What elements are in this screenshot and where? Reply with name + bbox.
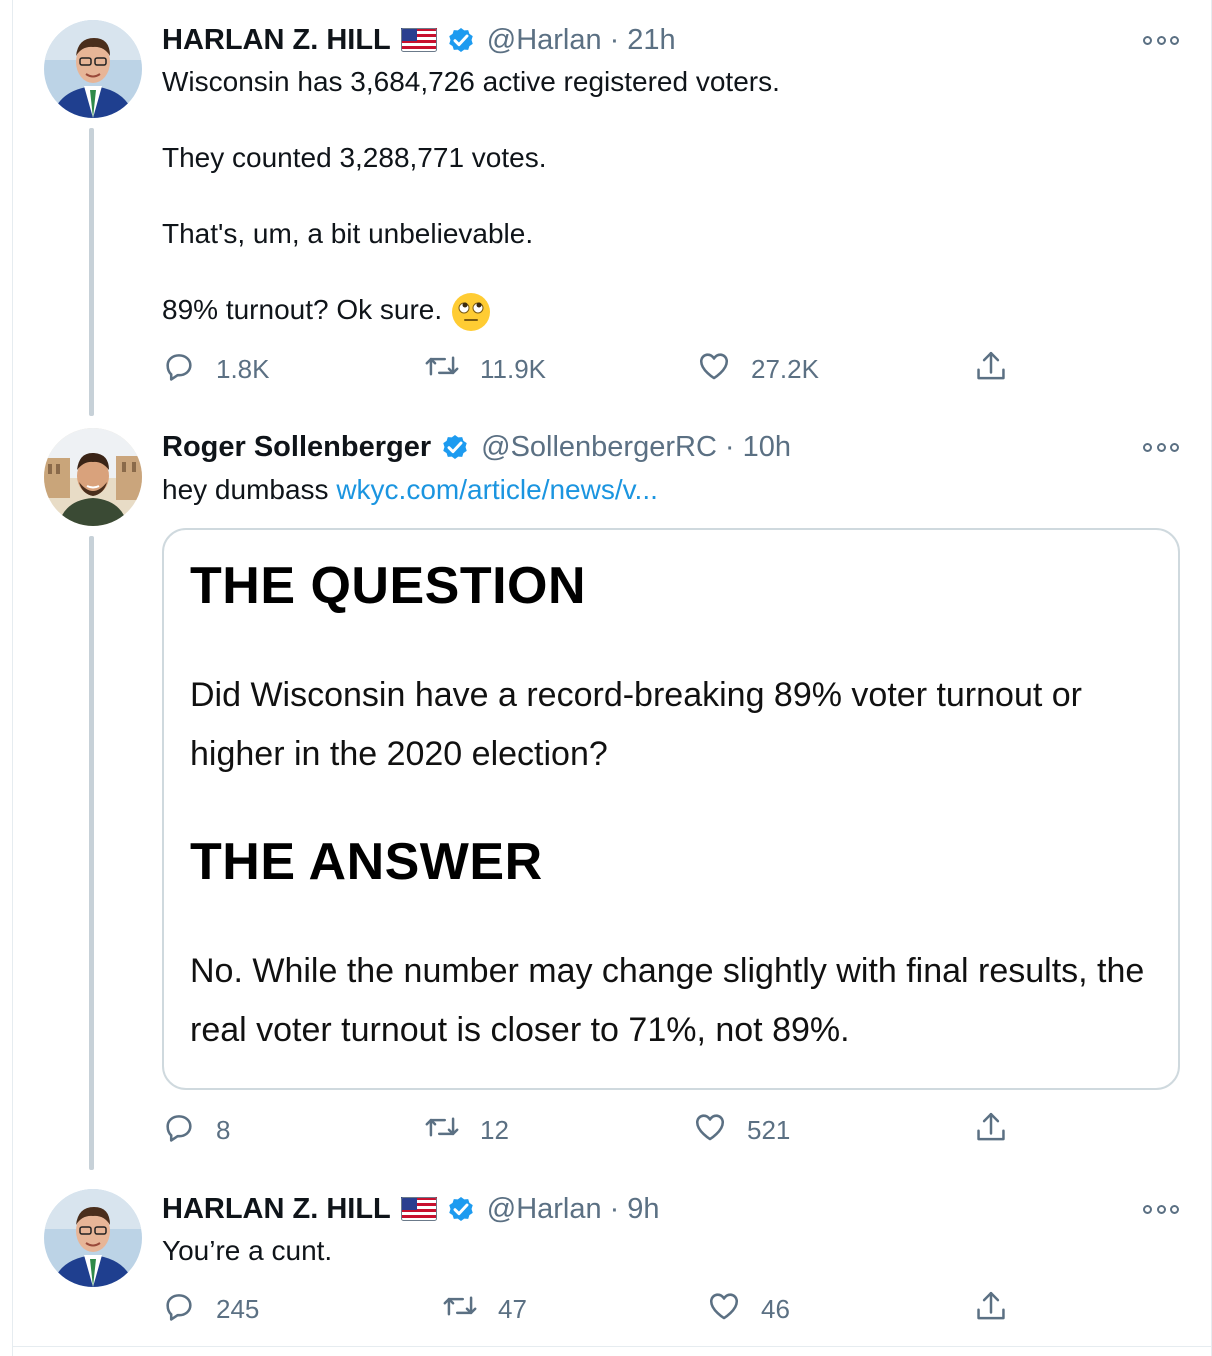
retweet-count: 11.9K bbox=[480, 354, 547, 384]
tweet-text-line: hey dumbass wkyc.com/article/news/v... bbox=[162, 471, 658, 509]
timestamp[interactable]: 9h bbox=[627, 1193, 659, 1226]
retweet-count: 12 bbox=[480, 1115, 509, 1145]
tweet-text: 89% turnout? Ok sure. bbox=[162, 294, 443, 325]
us-flag-icon bbox=[400, 1197, 437, 1221]
tweet-text-line: They counted 3,288,771 votes. bbox=[162, 142, 547, 173]
us-flag-icon bbox=[400, 28, 437, 52]
user-handle[interactable]: @Harlan bbox=[487, 1193, 602, 1226]
tweet-actions: 8 12 521 bbox=[0, 1110, 1212, 1150]
separator-dot: · bbox=[609, 23, 620, 56]
share-button[interactable] bbox=[974, 349, 1008, 392]
timeline-divider bbox=[12, 1346, 1212, 1347]
user-handle[interactable]: @Harlan bbox=[487, 24, 602, 57]
more-options-icon[interactable] bbox=[1143, 437, 1179, 457]
like-button[interactable]: 521 bbox=[693, 1110, 790, 1151]
avatar-harlan[interactable] bbox=[44, 1189, 142, 1287]
share-icon bbox=[974, 349, 1008, 392]
card-answer-text: No. While the number may change slightly… bbox=[190, 952, 1145, 1049]
share-button[interactable] bbox=[974, 1110, 1008, 1153]
display-name[interactable]: Roger Sollenberger bbox=[162, 431, 431, 464]
heart-icon bbox=[707, 1289, 741, 1330]
card-question-title: THE QUESTION bbox=[190, 557, 587, 615]
separator-dot: · bbox=[724, 430, 735, 463]
retweet-button[interactable]: 12 bbox=[424, 1110, 509, 1151]
share-icon bbox=[974, 1289, 1008, 1332]
avatar-roger[interactable] bbox=[44, 428, 142, 526]
more-options-icon[interactable] bbox=[1143, 1199, 1179, 1219]
display-name[interactable]: HARLAN Z. HILL bbox=[162, 1193, 391, 1226]
share-button[interactable] bbox=[974, 1289, 1008, 1332]
card-answer-title: THE ANSWER bbox=[190, 833, 543, 891]
retweet-icon bbox=[424, 349, 460, 390]
verified-badge-icon bbox=[445, 24, 477, 56]
verified-badge-icon bbox=[445, 1193, 477, 1225]
face-with-rolling-eyes-icon bbox=[452, 292, 491, 331]
reply-button[interactable]: 8 bbox=[162, 1110, 230, 1151]
like-count: 521 bbox=[747, 1115, 791, 1145]
like-count: 46 bbox=[761, 1294, 790, 1324]
avatar-harlan[interactable] bbox=[44, 20, 142, 118]
like-button[interactable]: 46 bbox=[707, 1289, 790, 1330]
retweet-count: 47 bbox=[498, 1294, 527, 1324]
tweet-text: You’re a cunt. bbox=[162, 1235, 333, 1266]
reply-icon bbox=[162, 1289, 196, 1330]
retweet-icon bbox=[442, 1289, 478, 1330]
reply-button[interactable]: 245 bbox=[162, 1289, 259, 1330]
reply-count: 1.8K bbox=[216, 354, 270, 384]
share-icon bbox=[974, 1110, 1008, 1153]
display-name[interactable]: HARLAN Z. HILL bbox=[162, 24, 391, 57]
timestamp[interactable]: 10h bbox=[743, 431, 791, 464]
more-options-icon[interactable] bbox=[1143, 30, 1179, 50]
like-count: 27.2K bbox=[751, 354, 819, 384]
tweet-header: Roger Sollenberger @SollenbergerRC · 10h bbox=[162, 427, 791, 467]
retweet-icon bbox=[424, 1110, 460, 1151]
reply-icon bbox=[162, 1110, 196, 1151]
separator-dot: · bbox=[609, 1192, 620, 1225]
reply-count: 8 bbox=[216, 1115, 231, 1145]
reply-button[interactable]: 1.8K bbox=[162, 349, 270, 390]
tweet-actions: 245 47 46 bbox=[0, 1289, 1212, 1329]
retweet-button[interactable]: 47 bbox=[442, 1289, 527, 1330]
tweet-text-line: That's, um, a bit unbelievable. bbox=[162, 218, 534, 249]
reply-icon bbox=[162, 349, 196, 390]
like-button[interactable]: 27.2K bbox=[697, 349, 819, 390]
heart-icon bbox=[693, 1110, 727, 1151]
tweet-actions: 1.8K 11.9K 27.2K bbox=[0, 349, 1212, 389]
link-preview-card[interactable]: THE QUESTION Did Wisconsin have a record… bbox=[162, 528, 1180, 1090]
tweet-1[interactable]: HARLAN Z. HILL @Harlan · 21h Wisconsin h… bbox=[0, 0, 1212, 416]
timestamp[interactable]: 21h bbox=[627, 24, 675, 57]
card-question-text: Did Wisconsin have a record-breaking 89%… bbox=[190, 676, 1082, 773]
tweet-header: HARLAN Z. HILL @Harlan · 9h bbox=[162, 1189, 660, 1229]
tweet-text: hey dumbass bbox=[162, 474, 329, 505]
reply-count: 245 bbox=[216, 1294, 260, 1324]
heart-icon bbox=[697, 349, 731, 390]
retweet-button[interactable]: 11.9K bbox=[424, 349, 546, 390]
verified-badge-icon bbox=[439, 431, 471, 463]
tweet-text-line: Wisconsin has 3,684,726 active registere… bbox=[162, 66, 780, 97]
tweet-3[interactable]: HARLAN Z. HILL @Harlan · 9h You’re a cun… bbox=[0, 1170, 1212, 1346]
tweet-header: HARLAN Z. HILL @Harlan · 21h bbox=[162, 20, 676, 60]
tweet-text-line-with-emoji: 89% turnout? Ok sure. bbox=[162, 291, 491, 331]
article-link[interactable]: wkyc.com/article/news/v... bbox=[336, 474, 658, 505]
thread-line bbox=[89, 536, 94, 1170]
user-handle[interactable]: @SollenbergerRC bbox=[481, 431, 717, 464]
